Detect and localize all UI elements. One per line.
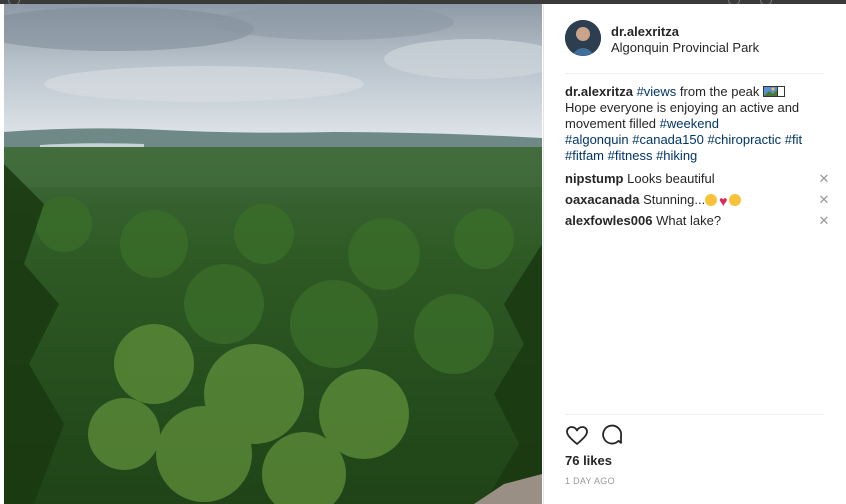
comment-item: nipstump Looks beautiful ✕ [565, 171, 830, 187]
divider [565, 414, 824, 415]
smile-emoji-icon [705, 194, 718, 206]
comment-user[interactable]: nipstump [565, 171, 624, 186]
post-timestamp[interactable]: 1 DAY AGO [565, 476, 615, 486]
comment-user[interactable]: oaxacanada [565, 192, 639, 207]
hashtag-canada150[interactable]: #canada150 [632, 132, 704, 147]
comment-icon[interactable] [601, 424, 625, 448]
comment-item: alexfowles006 What lake? ✕ [565, 213, 830, 229]
post-sidebar: dr.alexritza Algonquin Provincial Park d… [543, 4, 846, 504]
hashtag-fit[interactable]: #fit [785, 132, 802, 147]
avatar[interactable] [565, 20, 601, 56]
post-username[interactable]: dr.alexritza [611, 24, 679, 39]
hashtag-weekend[interactable]: #weekend [660, 116, 719, 131]
hashtag-hiking[interactable]: #hiking [656, 148, 697, 163]
hashtag-algonquin[interactable]: #algonquin [565, 132, 629, 147]
hashtag-fitfam[interactable]: #fitfam [565, 148, 604, 163]
comment-item: oaxacanada Stunning... ♥ ✕ [565, 192, 830, 208]
caption-text: from the peak [676, 84, 764, 99]
post-caption: dr.alexritza #views from the peak Hope e… [565, 84, 825, 164]
comment-text: Stunning... [643, 192, 706, 207]
divider [565, 73, 824, 74]
hashtag-fitness[interactable]: #fitness [608, 148, 653, 163]
hashtag-chiropractic[interactable]: #chiropractic [707, 132, 781, 147]
close-icon[interactable]: ✕ [818, 213, 830, 229]
heart-emoji-icon: ♥ [719, 193, 728, 209]
close-icon[interactable]: ✕ [818, 192, 830, 208]
comment-text: Looks beautiful [627, 171, 715, 186]
comment-text: What lake? [656, 213, 722, 228]
post-location[interactable]: Algonquin Provincial Park [611, 40, 759, 55]
post-header: dr.alexritza Algonquin Provincial Park [565, 20, 825, 60]
smile-emoji-icon [729, 194, 742, 206]
picture-emoji-icon [763, 85, 786, 97]
heart-icon[interactable] [565, 424, 589, 448]
comment-user[interactable]: alexfowles006 [565, 213, 652, 228]
hashtag-views[interactable]: #views [637, 84, 677, 99]
post-actions [565, 424, 645, 450]
post-photo[interactable] [4, 4, 542, 504]
like-count[interactable]: 76 likes [565, 453, 612, 468]
caption-author[interactable]: dr.alexritza [565, 84, 633, 99]
close-icon[interactable]: ✕ [818, 171, 830, 187]
